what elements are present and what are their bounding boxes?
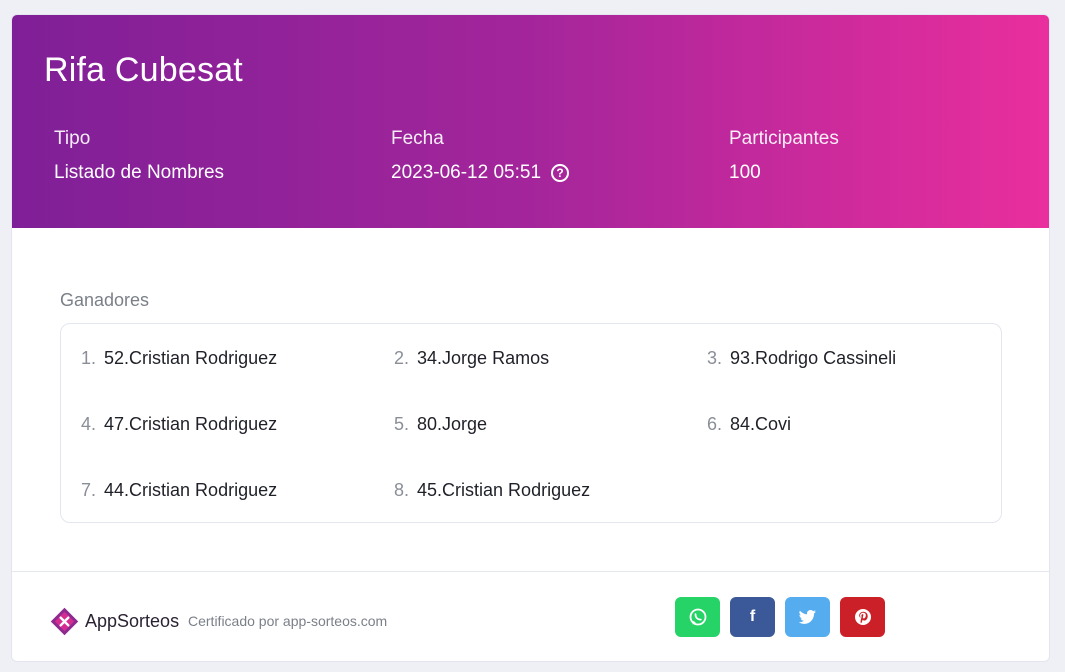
- whatsapp-icon: [689, 608, 706, 626]
- fecha-label: Fecha: [391, 128, 444, 149]
- tipo-value: Listado de Nombres: [54, 162, 224, 184]
- winner-name: 47.Cristian Rodriguez: [104, 414, 278, 434]
- appsorteos-logo-icon[interactable]: [49, 606, 80, 637]
- brand-name-sorteos: Sorteos: [117, 611, 180, 631]
- winner-name: 45.Cristian Rodriguez: [417, 480, 591, 500]
- winner-item: 3. 93.Rodrigo Cassineli: [707, 348, 896, 369]
- winner-name: 84.Covi: [730, 414, 792, 434]
- certified-text: Certificado por app-sorteos.com: [188, 613, 388, 629]
- participantes-value-text: 100: [729, 162, 761, 183]
- winner-index: 8.: [394, 480, 410, 500]
- raffle-certificate-card: Rifa Cubesat Tipo Listado de Nombres Fec…: [11, 14, 1050, 662]
- twitter-icon: [798, 610, 816, 624]
- facebook-share-button[interactable]: f: [730, 597, 775, 637]
- winner-item: 5. 80.Jorge: [394, 414, 487, 435]
- winner-item: 1. 52.Cristian Rodriguez: [81, 348, 277, 369]
- participantes-label: Participantes: [729, 128, 839, 149]
- winner-name: 93.Rodrigo Cassineli: [730, 348, 897, 368]
- tipo-section: Tipo Listado de Nombres: [54, 128, 224, 184]
- fecha-value-text: 2023-06-12 05:51: [391, 162, 542, 183]
- tipo-value-text: Listado de Nombres: [54, 162, 225, 183]
- participantes-value: 100: [729, 162, 839, 184]
- winner-index: 1.: [81, 348, 97, 368]
- winner-item: 2. 34.Jorge Ramos: [394, 348, 549, 369]
- raffle-header: Rifa Cubesat Tipo Listado de Nombres Fec…: [12, 15, 1049, 228]
- winner-name: 44.Cristian Rodriguez: [104, 480, 278, 500]
- winner-index: 2.: [394, 348, 410, 368]
- pinterest-icon: [854, 609, 871, 625]
- raffle-title: Rifa Cubesat: [44, 51, 243, 89]
- winners-list: 1. 52.Cristian Rodriguez 2. 34.Jorge Ramos…: [60, 323, 1002, 523]
- winner-name: 34.Jorge Ramos: [417, 348, 550, 368]
- question-circle-icon[interactable]: ?: [551, 164, 570, 182]
- twitter-share-button[interactable]: [785, 597, 830, 637]
- winner-item: 4. 47.Cristian Rodriguez: [81, 414, 277, 435]
- brand-name-app: App: [85, 611, 118, 631]
- winner-index: 4.: [81, 414, 97, 434]
- fecha-value: 2023-06-12 05:51 ?: [391, 162, 570, 184]
- winner-item: 6. 84.Covi: [707, 414, 791, 435]
- footer-divider: [12, 571, 1049, 572]
- tipo-label: Tipo: [54, 128, 91, 149]
- winner-name: 52.Cristian Rodriguez: [104, 348, 278, 368]
- winners-heading: Ganadores: [60, 290, 150, 310]
- pinterest-share-button[interactable]: [840, 597, 885, 637]
- winner-index: 3.: [707, 348, 723, 368]
- winner-index: 5.: [394, 414, 410, 434]
- winner-item: 7. 44.Cristian Rodriguez: [81, 480, 277, 501]
- participantes-section: Participantes 100: [729, 128, 839, 184]
- winner-name: 80.Jorge: [417, 414, 488, 434]
- fecha-section: Fecha 2023-06-12 05:51 ?: [391, 128, 570, 184]
- winner-index: 6.: [707, 414, 723, 434]
- brand-name[interactable]: AppSorteos: [85, 611, 179, 632]
- facebook-icon: f: [749, 608, 756, 625]
- whatsapp-share-button[interactable]: [675, 597, 720, 637]
- winner-item: 8. 45.Cristian Rodriguez: [394, 480, 590, 501]
- winner-index: 7.: [81, 480, 97, 500]
